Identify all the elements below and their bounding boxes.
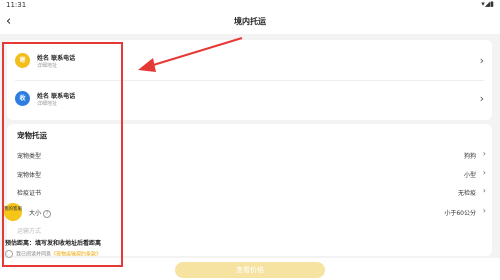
- annotation-arrow: [138, 37, 243, 72]
